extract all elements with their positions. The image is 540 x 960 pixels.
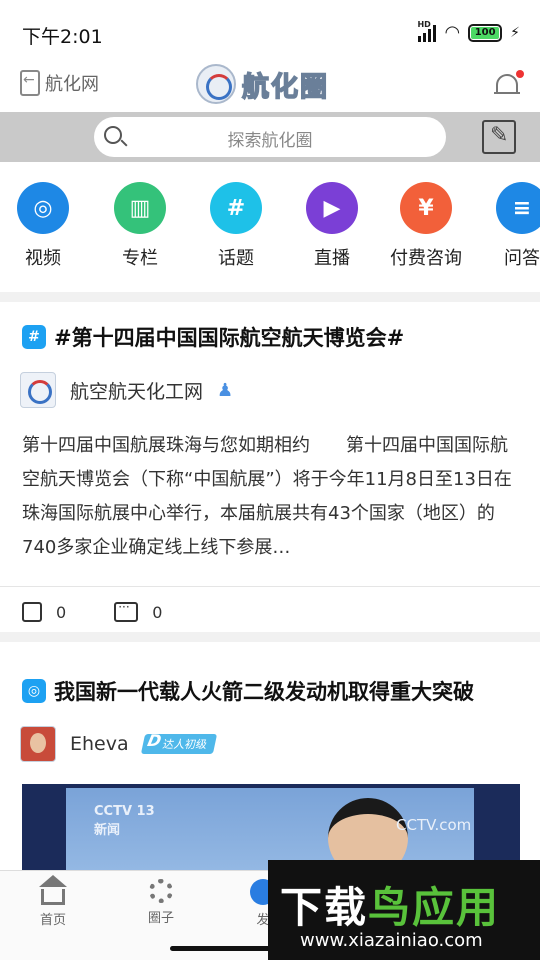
book-icon: ▥ (114, 182, 166, 234)
category-video[interactable]: ◎ 视频 (3, 182, 83, 270)
divider (0, 292, 540, 302)
app-logo: 航化圈 (196, 64, 329, 104)
logo-emblem-icon (196, 64, 236, 104)
search-placeholder: 探索航化圈 (227, 131, 313, 151)
bell-icon (496, 74, 518, 94)
like-count: 0 (56, 602, 67, 622)
channel-logo: CCTV 13 新闻 (94, 804, 155, 838)
channel-sub: 新闻 (94, 823, 121, 838)
like-button[interactable]: 0 (22, 602, 66, 622)
category-label: 直播 (314, 248, 350, 269)
status-time: 下午2:01 (22, 26, 103, 48)
back-label: 航化网 (45, 74, 99, 95)
lock-icon: ¥ (400, 182, 452, 234)
comment-count: 0 (152, 602, 163, 622)
hashtag-icon: # (210, 182, 262, 234)
post-author[interactable]: Eheva 达人初级 (20, 726, 217, 762)
post-title-text: #第十四届中国国际航空航天博览会# (54, 326, 405, 350)
search-input[interactable]: 探索航化圈 (94, 117, 446, 157)
watermark-title-a: 下载 (280, 883, 369, 932)
compose-button[interactable] (482, 120, 516, 154)
back-icon (20, 70, 40, 96)
search-bar-row: 探索航化圈 (0, 112, 540, 162)
post-title[interactable]: ◎ 我国新一代载人火箭二级发动机取得重大突破 (22, 676, 474, 706)
category-bar: ◎ 视频 ▥ 专栏 # 话题 ▶ 直播 ¥ 付费咨询 ≡ 问答 (0, 162, 540, 292)
thumbs-up-icon (22, 602, 42, 622)
logo-text: 航化圈 (241, 71, 329, 104)
qa-icon: ≡ (496, 182, 540, 234)
battery-icon: 100 (468, 23, 503, 42)
verified-icon: ♟ (217, 379, 234, 401)
watermark-title: 下载鸟应用 (280, 874, 500, 935)
avatar[interactable] (20, 726, 56, 762)
category-live[interactable]: ▶ 直播 (292, 182, 372, 270)
author-name: Eheva (70, 733, 129, 755)
video-camera-icon: ▶ (306, 182, 358, 234)
category-label: 专栏 (122, 248, 158, 269)
notification-button[interactable] (494, 70, 524, 100)
author-name: 航空航天化工网 (70, 380, 204, 403)
comment-button[interactable]: 0 (114, 600, 163, 622)
tab-home[interactable]: 首页 (18, 875, 88, 928)
divider (0, 632, 540, 642)
watermark-url: www.xiazainiao.com (300, 930, 483, 951)
charging-icon: ⚡ (510, 24, 520, 41)
feed-post[interactable]: # #第十四届中国国际航空航天博览会# 航空航天化工网 ♟ 第十四届中国航展珠海… (0, 302, 540, 632)
badge-text: 达人初级 (161, 738, 208, 751)
avatar[interactable] (20, 372, 56, 408)
comment-icon (114, 600, 139, 622)
category-label: 视频 (25, 248, 61, 269)
watermark-title-b: 鸟应用 (368, 883, 501, 932)
topic-tag-icon: # (22, 325, 46, 349)
post-actions: 0 0 (22, 600, 163, 622)
battery-level: 100 (471, 26, 500, 39)
category-topic[interactable]: # 话题 (196, 182, 276, 270)
tab-label: 首页 (39, 913, 66, 928)
category-label: 话题 (218, 248, 254, 269)
post-title[interactable]: # #第十四届中国国际航空航天博览会# (22, 322, 404, 352)
category-column[interactable]: ▥ 专栏 (100, 182, 180, 270)
category-label: 问答 (504, 248, 540, 269)
category-paid-consult[interactable]: ¥ 付费咨询 (386, 182, 466, 270)
hd-label: HD (417, 19, 431, 29)
back-button[interactable]: 航化网 (20, 70, 99, 96)
status-bar: 下午2:01 HD ◠ 100 ⚡ (0, 0, 540, 64)
post-title-text: 我国新一代载人火箭二级发动机取得重大突破 (54, 680, 474, 704)
top-nav-bar: 航化网 航化圈 (0, 64, 540, 112)
divider (0, 586, 540, 587)
category-label: 付费咨询 (390, 248, 462, 269)
bell-base (494, 92, 520, 94)
film-reel-icon: ◎ (17, 182, 69, 234)
aperture-icon (149, 879, 173, 903)
tab-circle[interactable]: 圈子 (126, 879, 196, 926)
home-icon (39, 875, 67, 905)
level-badge: 达人初级 (140, 734, 217, 754)
post-body[interactable]: 第十四届中国航展珠海与您如期相约 第十四届中国国际航空航天博览会（下称“中国航展… (22, 429, 522, 565)
channel-name: CCTV 13 (94, 804, 155, 819)
signal-icon: HD (417, 20, 437, 42)
post-author[interactable]: 航空航天化工网 ♟ (20, 372, 233, 408)
corner-logo: CCTV.com (396, 816, 472, 834)
wifi-icon: ◠ (444, 22, 461, 43)
tab-label: 圈子 (147, 911, 174, 926)
notification-dot (516, 70, 524, 78)
watermark: 下载鸟应用 www.xiazainiao.com (268, 860, 540, 960)
status-icons: HD ◠ 100 ⚡ (417, 20, 520, 44)
category-qa[interactable]: ≡ 问答 (482, 182, 540, 270)
video-tag-icon: ◎ (22, 679, 46, 703)
